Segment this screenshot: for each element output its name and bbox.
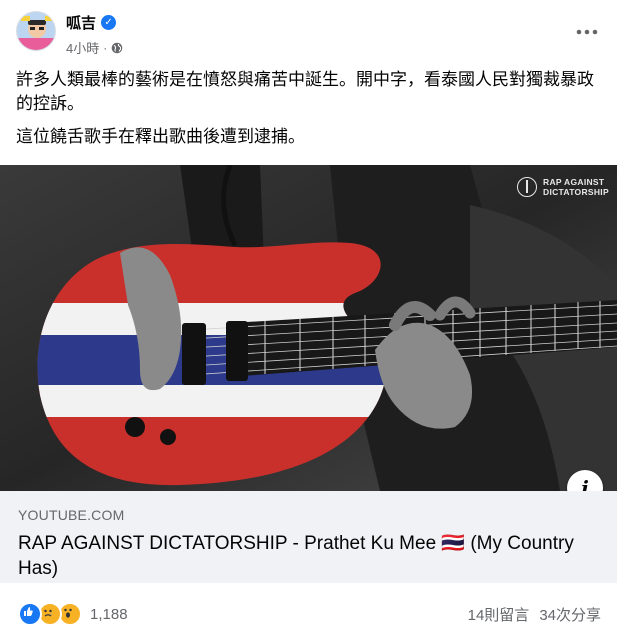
post-paragraph: 許多人類最棒的藝術是在憤怒與痛苦中誕生。開中字，看泰國人民對獨裁暴政的控訴。 xyxy=(16,70,594,113)
peace-logo-icon xyxy=(517,177,537,197)
video-watermark: RAP AGAINST DICTATORSHIP xyxy=(517,177,609,197)
comments-count-link[interactable]: 14則留言 xyxy=(468,604,530,625)
post-paragraph: 這位饒舌歌手在釋出歌曲後遭到逮捕。 xyxy=(16,127,305,146)
meta-separator: · xyxy=(103,40,108,55)
post-text: 許多人類最棒的藝術是在憤怒與痛苦中誕生。開中字，看泰國人民對獨裁暴政的控訴。 這… xyxy=(16,68,601,149)
guitar-image xyxy=(0,165,617,491)
reactions-summary[interactable]: 1,188 xyxy=(18,602,128,626)
link-preview[interactable]: YOUTUBE.COM RAP AGAINST DICTATORSHIP - P… xyxy=(0,491,617,583)
watermark-text: RAP AGAINST DICTATORSHIP xyxy=(543,177,609,197)
author-avatar[interactable] xyxy=(16,11,56,51)
more-options-button[interactable] xyxy=(569,14,605,50)
link-title[interactable]: RAP AGAINST DICTATORSHIP - Prathet Ku Me… xyxy=(18,531,598,581)
shares-count-link[interactable]: 34次分享 xyxy=(539,604,601,625)
author-name[interactable]: 呱吉 xyxy=(66,12,96,33)
post-time[interactable]: 4小時 xyxy=(66,38,99,57)
verified-badge-icon: ✓ xyxy=(101,15,117,30)
ellipsis-icon xyxy=(576,29,598,35)
post-footer: 1,188 14則留言 34次分享 xyxy=(0,583,617,641)
video-thumbnail[interactable]: RAP AGAINST DICTATORSHIP xyxy=(0,165,617,491)
author-name-row: 呱吉 ✓ xyxy=(66,12,117,33)
globe-icon xyxy=(111,42,123,54)
watermark-line: RAP AGAINST xyxy=(543,177,605,187)
link-domain: YOUTUBE.COM xyxy=(18,507,125,523)
reaction-count: 1,188 xyxy=(90,605,128,623)
like-reaction-icon xyxy=(18,602,42,626)
facebook-post: 呱吉 ✓ 4小時 · 許多人類最棒的藝術是在憤怒與痛苦中誕生。開中字，看泰國人民… xyxy=(0,0,617,641)
watermark-line: DICTATORSHIP xyxy=(543,187,609,197)
post-header: 呱吉 ✓ 4小時 · xyxy=(0,0,617,62)
post-meta: 4小時 · xyxy=(66,38,123,57)
engagement-stats: 14則留言 34次分享 xyxy=(468,604,601,625)
